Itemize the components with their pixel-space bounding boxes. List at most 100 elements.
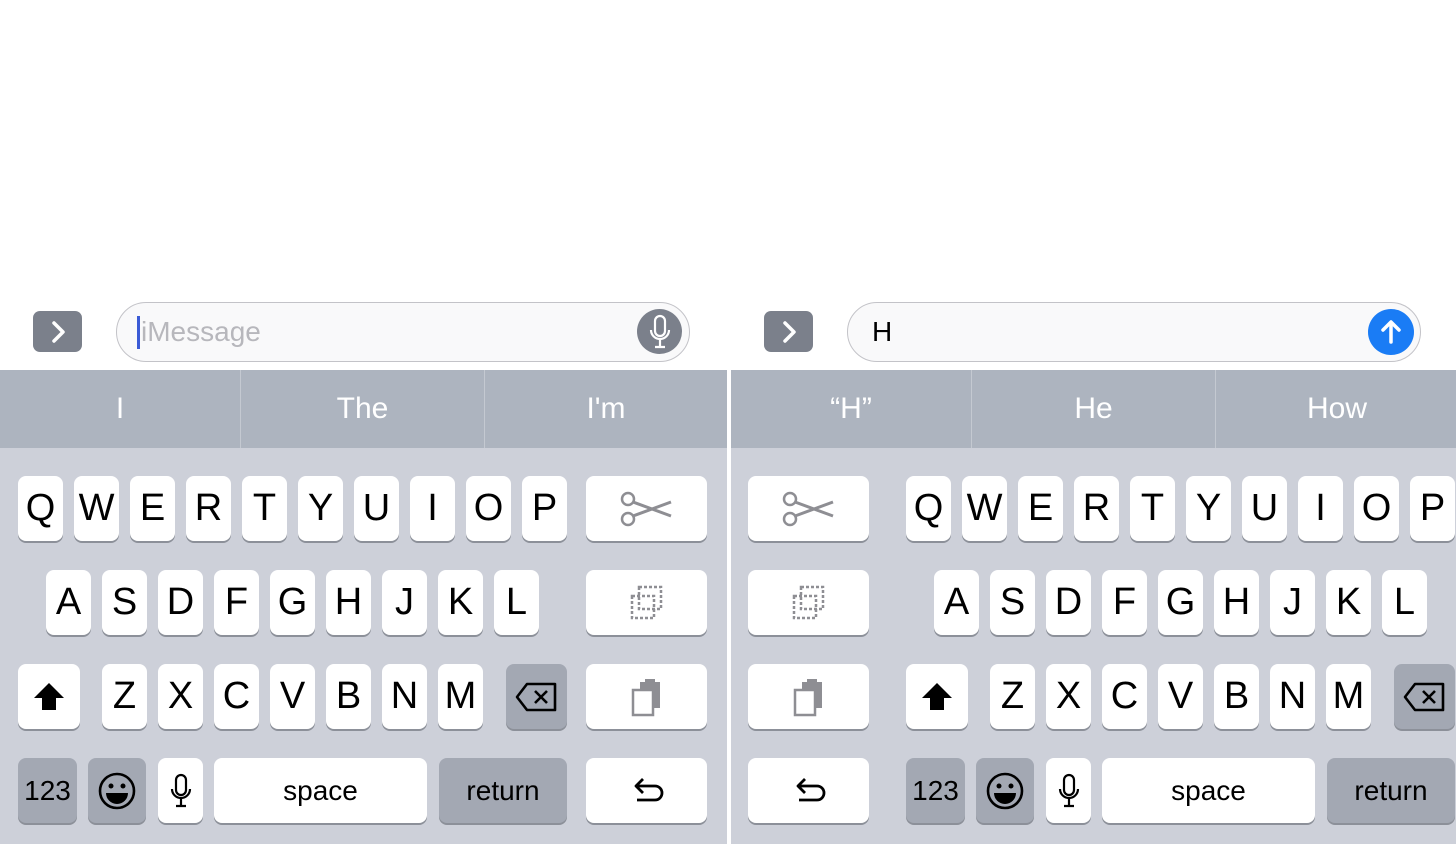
expand-apps-button[interactable] <box>764 311 813 352</box>
cut-button[interactable] <box>586 476 707 541</box>
key-h[interactable]: H <box>326 570 371 635</box>
key-y[interactable]: Y <box>1186 476 1231 541</box>
key-x[interactable]: X <box>1046 664 1091 729</box>
prediction-divider <box>484 370 485 448</box>
dictation-key[interactable] <box>1046 758 1091 823</box>
undo-button[interactable] <box>748 758 869 823</box>
emoji-key[interactable] <box>976 758 1034 823</box>
delete-key[interactable] <box>1394 664 1455 729</box>
space-key[interactable]: space <box>214 758 427 823</box>
key-w[interactable]: W <box>74 476 119 541</box>
key-f[interactable]: F <box>1102 570 1147 635</box>
key-z[interactable]: Z <box>990 664 1035 729</box>
key-s[interactable]: S <box>102 570 147 635</box>
undo-button[interactable] <box>586 758 707 823</box>
prediction-divider <box>971 370 972 448</box>
key-b[interactable]: B <box>1214 664 1259 729</box>
microphone-icon <box>649 314 670 348</box>
paste-icon <box>793 678 822 716</box>
paste-button[interactable] <box>748 664 869 729</box>
key-e[interactable]: E <box>130 476 175 541</box>
key-q[interactable]: Q <box>906 476 951 541</box>
key-t[interactable]: T <box>242 476 287 541</box>
key-y[interactable]: Y <box>298 476 343 541</box>
key-c[interactable]: C <box>1102 664 1147 729</box>
message-input[interactable]: iMessage <box>116 302 690 362</box>
send-button[interactable] <box>1368 309 1414 355</box>
key-g[interactable]: G <box>270 570 315 635</box>
copy-button[interactable] <box>748 570 869 635</box>
key-u[interactable]: U <box>1242 476 1287 541</box>
key-u[interactable]: U <box>354 476 399 541</box>
prediction-suggestion[interactable]: The <box>241 370 484 448</box>
key-j[interactable]: J <box>1270 570 1315 635</box>
key-e[interactable]: E <box>1018 476 1063 541</box>
expand-apps-button[interactable] <box>33 311 82 352</box>
key-w[interactable]: W <box>962 476 1007 541</box>
shift-key[interactable] <box>18 664 80 729</box>
numbers-key[interactable]: 123 <box>18 758 77 823</box>
key-i[interactable]: I <box>410 476 455 541</box>
paste-icon <box>631 678 660 716</box>
prediction-divider <box>1215 370 1216 448</box>
paste-button[interactable] <box>586 664 707 729</box>
delete-key[interactable] <box>506 664 567 729</box>
dictation-key[interactable] <box>158 758 203 823</box>
arrow-up-icon <box>1381 320 1401 344</box>
key-g[interactable]: G <box>1158 570 1203 635</box>
return-key[interactable]: return <box>439 758 567 823</box>
key-a[interactable]: A <box>46 570 91 635</box>
prediction-suggestion[interactable]: He <box>972 370 1215 448</box>
key-k[interactable]: K <box>1326 570 1371 635</box>
key-o[interactable]: O <box>466 476 511 541</box>
key-i[interactable]: I <box>1298 476 1343 541</box>
key-x[interactable]: X <box>158 664 203 729</box>
key-o[interactable]: O <box>1354 476 1399 541</box>
key-d[interactable]: D <box>158 570 203 635</box>
numbers-key[interactable]: 123 <box>906 758 965 823</box>
key-f[interactable]: F <box>214 570 259 635</box>
message-input[interactable]: H <box>847 302 1421 362</box>
key-l[interactable]: L <box>494 570 539 635</box>
key-v[interactable]: V <box>270 664 315 729</box>
key-d[interactable]: D <box>1046 570 1091 635</box>
key-t[interactable]: T <box>1130 476 1175 541</box>
key-k[interactable]: K <box>438 570 483 635</box>
key-q[interactable]: Q <box>18 476 63 541</box>
key-n[interactable]: N <box>382 664 427 729</box>
prediction-suggestion[interactable]: I'm <box>485 370 727 448</box>
key-s[interactable]: S <box>990 570 1035 635</box>
message-placeholder: iMessage <box>141 316 261 347</box>
key-h[interactable]: H <box>1214 570 1259 635</box>
key-r[interactable]: R <box>1074 476 1119 541</box>
prediction-suggestion[interactable]: How <box>1216 370 1456 448</box>
scissors-icon <box>620 491 672 526</box>
space-key[interactable]: space <box>1102 758 1315 823</box>
key-a[interactable]: A <box>934 570 979 635</box>
key-j[interactable]: J <box>382 570 427 635</box>
emoji-icon <box>986 772 1024 809</box>
key-c[interactable]: C <box>214 664 259 729</box>
emoji-key[interactable] <box>88 758 146 823</box>
dictation-button[interactable] <box>637 309 682 354</box>
text-caret <box>137 316 140 349</box>
key-l[interactable]: L <box>1382 570 1427 635</box>
prediction-suggestion[interactable]: I <box>0 370 240 448</box>
cut-button[interactable] <box>748 476 869 541</box>
key-v[interactable]: V <box>1158 664 1203 729</box>
prediction-suggestion[interactable]: “H” <box>731 370 971 448</box>
key-m[interactable]: M <box>1326 664 1371 729</box>
key-p[interactable]: P <box>1410 476 1455 541</box>
key-m[interactable]: M <box>438 664 483 729</box>
copy-icon <box>792 585 824 619</box>
copy-button[interactable] <box>586 570 707 635</box>
prediction-divider <box>240 370 241 448</box>
return-key[interactable]: return <box>1327 758 1455 823</box>
key-p[interactable]: P <box>522 476 567 541</box>
key-z[interactable]: Z <box>102 664 147 729</box>
key-n[interactable]: N <box>1270 664 1315 729</box>
key-r[interactable]: R <box>186 476 231 541</box>
undo-icon <box>634 777 663 801</box>
key-b[interactable]: B <box>326 664 371 729</box>
shift-key[interactable] <box>906 664 968 729</box>
